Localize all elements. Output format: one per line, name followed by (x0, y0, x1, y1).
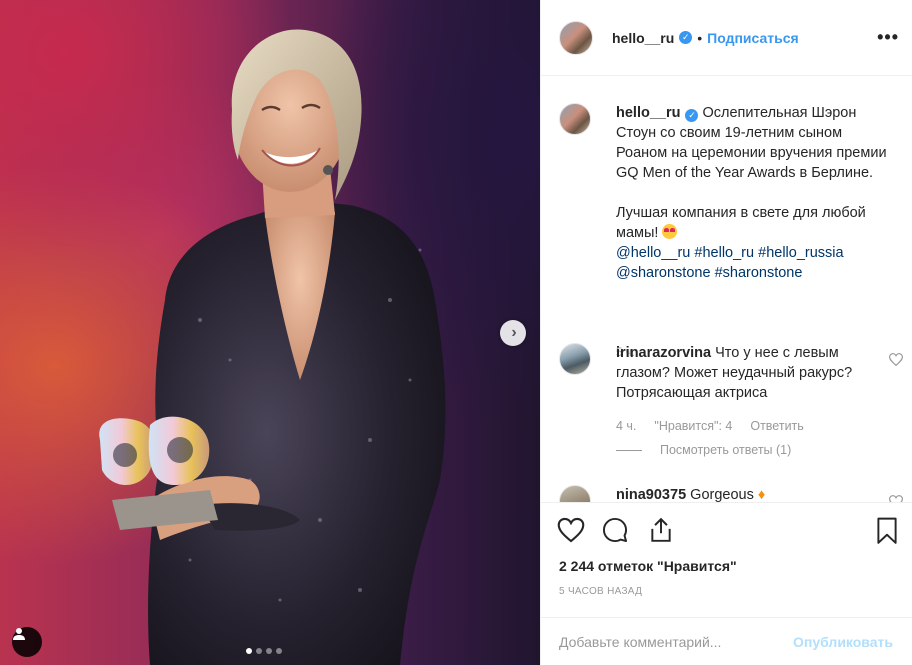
next-photo-button[interactable]: › (500, 320, 526, 346)
share-icon[interactable] (649, 517, 673, 543)
tagged-users-button[interactable] (12, 627, 42, 657)
comment-item: irinarazorvina Что у нее с левым глазом?… (559, 343, 903, 457)
comment-time[interactable]: 4 ч. (616, 419, 636, 433)
post-caption: hello__ru ✓ Ослепительная Шэрон Стоун со … (559, 103, 891, 359)
caption-body: hello__ru ✓ Ослепительная Шэрон Стоун со … (616, 103, 891, 283)
post-actions: 2 244 отметок "Нравится" 5 ЧАСОВ НАЗАД (541, 502, 912, 622)
comment-body: nina90375 Gorgeous ♦ (616, 485, 876, 502)
commenter-username[interactable]: irinarazorvina (616, 345, 711, 361)
reply-button[interactable]: Ответить (750, 419, 803, 433)
like-comment-heart-icon[interactable] (889, 353, 903, 366)
hashtag-link[interactable]: @sharonstone (616, 265, 711, 281)
comments-list[interactable]: hello__ru ✓ Ослепительная Шэрон Стоун со … (541, 77, 912, 502)
post-timestamp[interactable]: 5 ЧАСОВ НАЗАД (559, 586, 642, 597)
photo-illustration (99, 29, 446, 665)
like-comment-heart-icon[interactable] (889, 495, 903, 502)
comment-input[interactable] (559, 628, 779, 656)
chevron-right-icon: › (511, 324, 517, 341)
carousel-indicator (246, 648, 282, 654)
verified-badge-icon: ✓ (685, 109, 699, 122)
follow-button[interactable]: Подписаться (707, 30, 799, 46)
comment-text: Gorgeous (690, 487, 754, 502)
post-header: hello__ru ✓ • Подписаться ••• (541, 0, 912, 76)
fire-emoji-icon: ♦ (757, 487, 766, 502)
commenter-avatar[interactable] (559, 343, 591, 375)
replies-line (616, 449, 642, 451)
verified-badge-icon: ✓ (679, 31, 693, 44)
hashtag-link[interactable]: @hello__ru (616, 245, 690, 261)
post-comment-button[interactable]: Опубликовать (793, 634, 893, 650)
separator-dot: • (697, 29, 703, 46)
post-photo[interactable]: › (0, 0, 540, 665)
bookmark-icon[interactable] (876, 517, 898, 545)
hashtag-link[interactable]: #hello_ru (694, 245, 754, 261)
caption-username[interactable]: hello__ru (616, 105, 680, 121)
post-details-panel: hello__ru ✓ • Подписаться ••• hello__ru ✓… (540, 0, 912, 665)
more-horizontal-icon[interactable]: ••• (877, 27, 899, 48)
carousel-dot (256, 648, 262, 654)
comment-likes[interactable]: "Нравится": 4 (654, 419, 732, 433)
hashtag-link[interactable]: #sharonstone (715, 265, 803, 281)
caption-author-avatar[interactable] (559, 103, 591, 135)
comment-meta: 4 ч. "Нравится": 4 Ответить (616, 419, 804, 433)
author-username[interactable]: hello__ru (612, 30, 674, 46)
comment-item: nina90375 Gorgeous ♦ (559, 485, 903, 502)
carousel-dot (276, 648, 282, 654)
commenter-avatar[interactable] (559, 485, 591, 502)
add-comment-bar: Опубликовать (541, 617, 912, 665)
author-avatar[interactable] (559, 20, 593, 55)
carousel-dot (246, 648, 252, 654)
commenter-username[interactable]: nina90375 (616, 487, 686, 502)
comment-bubble-icon[interactable] (602, 517, 628, 543)
comment-body: irinarazorvina Что у нее с левым глазом?… (616, 343, 876, 403)
view-replies-button[interactable]: Посмотреть ответы (1) (616, 443, 791, 457)
caption-text-2: Лучшая компания в свете для любой мамы! (616, 205, 866, 241)
heart-eyes-emoji-icon (662, 224, 678, 239)
view-replies-label[interactable]: Посмотреть ответы (1) (660, 443, 791, 457)
like-heart-icon[interactable] (557, 517, 585, 543)
user-icon (13, 628, 25, 640)
carousel-dot (266, 648, 272, 654)
hashtag-link[interactable]: #hello_russia (758, 245, 843, 261)
likes-count[interactable]: 2 244 отметок "Нравится" (559, 558, 737, 574)
